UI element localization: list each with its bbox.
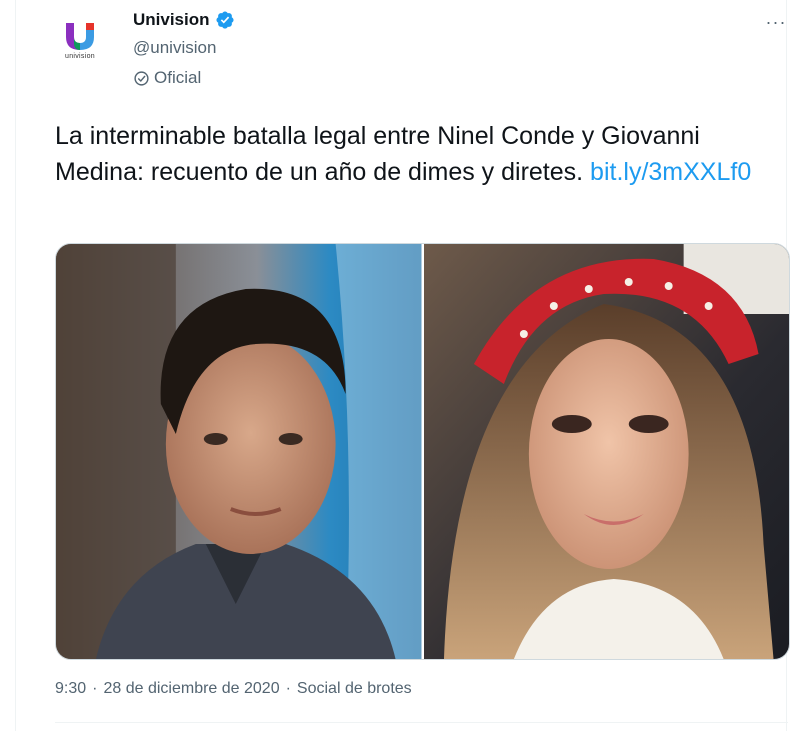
tweet-source[interactable]: Social de brotes (297, 680, 412, 698)
meta-separator: · (92, 680, 98, 697)
photo-left[interactable] (56, 244, 422, 659)
tweet-card: univision Univision @univision Oficial ·… (15, 0, 790, 731)
verified-badge-icon[interactable] (215, 10, 235, 30)
tweet-time[interactable]: 9:30 (55, 680, 86, 698)
media-grid[interactable] (55, 243, 790, 660)
affiliation-text: Oficial (154, 68, 202, 87)
tweet-text: La interminable batalla legal entre Nine… (55, 118, 755, 190)
tweet-date[interactable]: 28 de diciembre de 2020 (103, 680, 279, 698)
affiliation-label: Oficial (133, 68, 201, 88)
check-circle-icon (133, 70, 150, 87)
divider (55, 722, 788, 723)
more-options-button[interactable]: ··· (761, 10, 791, 34)
author-handle[interactable]: @univision (133, 38, 216, 58)
avatar[interactable]: univision (52, 12, 108, 68)
tweet-link[interactable]: bit.ly/3mXXLf0 (590, 158, 751, 186)
author-display-name[interactable]: Univision (133, 10, 210, 30)
univision-logo-icon (66, 22, 94, 50)
meta-separator: · (285, 680, 291, 697)
tweet-meta: 9:30 · 28 de diciembre de 2020 · Social … (55, 680, 412, 698)
author-name-row: Univision (133, 10, 235, 30)
photo-right[interactable] (423, 244, 789, 659)
avatar-brand-text: univision (65, 52, 95, 60)
